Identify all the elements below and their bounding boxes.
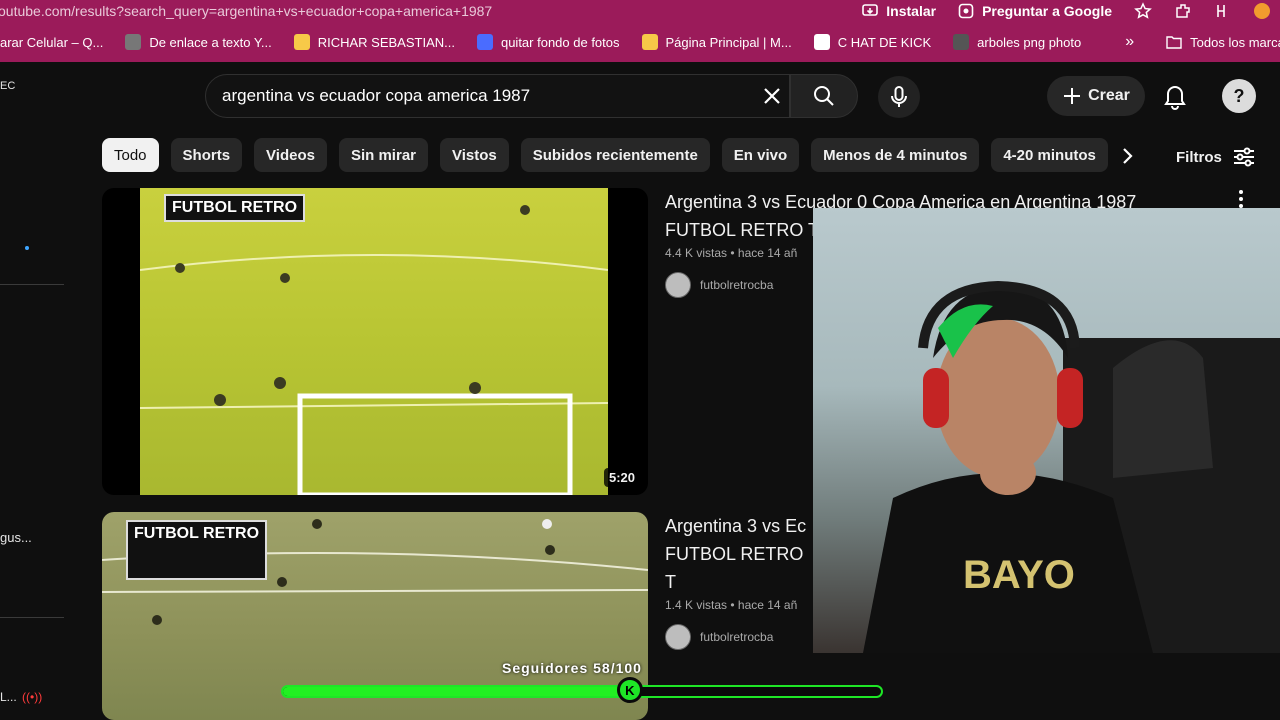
voice-search-button[interactable] [878, 76, 920, 118]
rail-item-2[interactable]: L... [0, 690, 17, 704]
create-label: Crear [1088, 87, 1130, 104]
filter-chip[interactable]: Subidos recientemente [520, 138, 710, 172]
channel-name[interactable]: futbolretrocba [700, 630, 773, 644]
browser-actions: Instalar Preguntar a Google [862, 0, 1280, 22]
video-info-2: Argentina 3 vs Ec FUTBOL RETRO T 1.4 K v… [665, 512, 815, 650]
bookmark-label: De enlace a texto Y... [149, 34, 272, 50]
bookmark-label: arboles png photo [977, 34, 1082, 50]
media-controls-icon[interactable] [1214, 2, 1232, 20]
search-input[interactable]: argentina vs ecuador copa america 1987 [222, 86, 530, 106]
bookmark-favicon-icon [125, 34, 142, 50]
channel-link[interactable]: futbolretrocba [665, 624, 815, 650]
bookmark-item[interactable]: arar Celular – Q... [0, 35, 103, 50]
filter-chip[interactable]: Todo [102, 138, 159, 172]
search-box[interactable]: argentina vs ecuador copa america 1987 [205, 74, 790, 118]
bookmark-item[interactable]: arboles png photo [953, 34, 1081, 50]
webcam-overlay: BAYO [813, 208, 1280, 653]
filter-chips: Todo Shorts Videos Sin mirar Vistos Subidos r… [102, 138, 1108, 172]
bookmark-label: quitar fondo de fotos [500, 34, 620, 50]
bookmark-label: arar Celular – Q... [0, 34, 104, 50]
video-meta: 1.4 K vistas • hace 14 añ [665, 598, 798, 612]
youtube-page: EC gus... L... ((•)) argentina vs ecuado… [0, 62, 1280, 720]
chevron-right-icon[interactable] [1120, 146, 1136, 166]
sliders-icon [1233, 147, 1254, 167]
pitch-lines [139, 205, 609, 495]
filter-chip[interactable]: En vivo [721, 138, 800, 172]
create-button[interactable]: Crear [1047, 76, 1145, 116]
kick-letter: K [625, 682, 635, 698]
install-icon [862, 4, 879, 16]
followers-goal-fill [283, 687, 630, 696]
search-icon [814, 86, 834, 106]
rail-item-1[interactable]: gus... [0, 530, 32, 545]
video-duration: 5:20 [603, 468, 640, 487]
rail-divider [0, 284, 64, 285]
bookmark-label: RICHAR SEBASTIAN... [317, 34, 455, 50]
filter-chip[interactable]: Vistos [440, 138, 509, 172]
rail-divider [0, 617, 64, 618]
help-question-icon: ? [1233, 85, 1245, 106]
rail-top-label: EC [0, 80, 16, 92]
ask-google-button[interactable]: Preguntar a Google [958, 3, 1112, 19]
video-thumbnail-1[interactable]: FUTBOL RETRO 5:20 [102, 188, 648, 495]
bookmarks-overflow-button[interactable]: » [1125, 33, 1134, 51]
notifications-bell-icon[interactable] [1162, 82, 1188, 110]
extensions-icon[interactable] [1174, 2, 1192, 20]
bookmark-item[interactable]: De enlace a texto Y... [125, 34, 272, 50]
lens-icon [958, 3, 974, 19]
bookmark-item[interactable]: C HAT DE KICK [813, 34, 932, 50]
video-title[interactable]: Argentina 3 vs Ec FUTBOL RETRO T [665, 512, 815, 596]
ask-google-label: Preguntar a Google [982, 3, 1112, 19]
pitch-image [139, 188, 609, 495]
bookmark-label: Página Principal | M... [665, 34, 792, 50]
bookmark-favicon-icon [953, 34, 970, 50]
bookmark-favicon-icon [641, 34, 658, 50]
bookmark-item[interactable]: Página Principal | M... [641, 34, 792, 50]
bookmark-favicon-icon [293, 34, 310, 50]
bookmark-item[interactable]: RICHAR SEBASTIAN... [293, 34, 455, 50]
folder-icon [1166, 36, 1182, 49]
kick-logo-icon: K [616, 677, 643, 703]
account-avatar[interactable]: ? [1222, 79, 1256, 113]
channel-avatar[interactable] [665, 624, 691, 650]
followers-goal-bar [281, 685, 883, 698]
channel-watermark: FUTBOL RETRO [126, 520, 268, 580]
channel-watermark: FUTBOL RETRO [164, 194, 306, 222]
all-bookmarks-button[interactable]: Todos los marcadores [1166, 35, 1280, 50]
bookmark-favicon-icon [476, 34, 493, 50]
plus-icon [1064, 88, 1081, 104]
filter-chip[interactable]: Shorts [170, 138, 243, 172]
clear-search-icon[interactable] [761, 85, 783, 107]
streamer-webcam-image: BAYO [863, 280, 1280, 653]
all-bookmarks-label: Todos los marcadores [1190, 34, 1280, 50]
bookmarks-bar: arar Celular – Q... De enlace a texto Y..… [0, 22, 1280, 62]
install-button[interactable]: Instalar [862, 3, 936, 19]
bookmark-item[interactable]: quitar fondo de fotos [476, 34, 620, 50]
filter-chip[interactable]: Sin mirar [338, 138, 428, 172]
install-label: Instalar [886, 3, 937, 19]
address-bar[interactable]: outube.com/results?search_query=argentin… [0, 3, 492, 19]
svg-text:BAYO: BAYO [963, 553, 1075, 597]
filter-chip[interactable]: 4-20 minutos [991, 138, 1108, 172]
browser-top-bar: outube.com/results?search_query=argentin… [0, 0, 1280, 22]
mic-icon [891, 86, 907, 107]
channel-name[interactable]: futbolretrocba [700, 278, 773, 292]
bookmark-label: C HAT DE KICK [837, 34, 932, 50]
bookmark-favicon-icon [813, 34, 830, 50]
star-icon[interactable] [1134, 2, 1152, 20]
search-button[interactable] [790, 74, 858, 118]
filter-chip[interactable]: Menos de 4 minutos [811, 138, 980, 172]
live-icon: ((•)) [22, 690, 43, 704]
more-options-icon[interactable] [1236, 188, 1246, 210]
left-rail: EC gus... L... ((•)) [0, 62, 64, 720]
profile-icon[interactable] [1254, 3, 1270, 19]
channel-avatar[interactable] [665, 272, 691, 298]
filters-label: Filtros [1176, 148, 1222, 166]
filters-button[interactable]: Filtros [1176, 146, 1256, 168]
filter-chip[interactable]: Videos [254, 138, 327, 172]
rail-dot-icon [25, 246, 29, 250]
followers-goal-label: Seguidores 58/100 [502, 660, 642, 676]
